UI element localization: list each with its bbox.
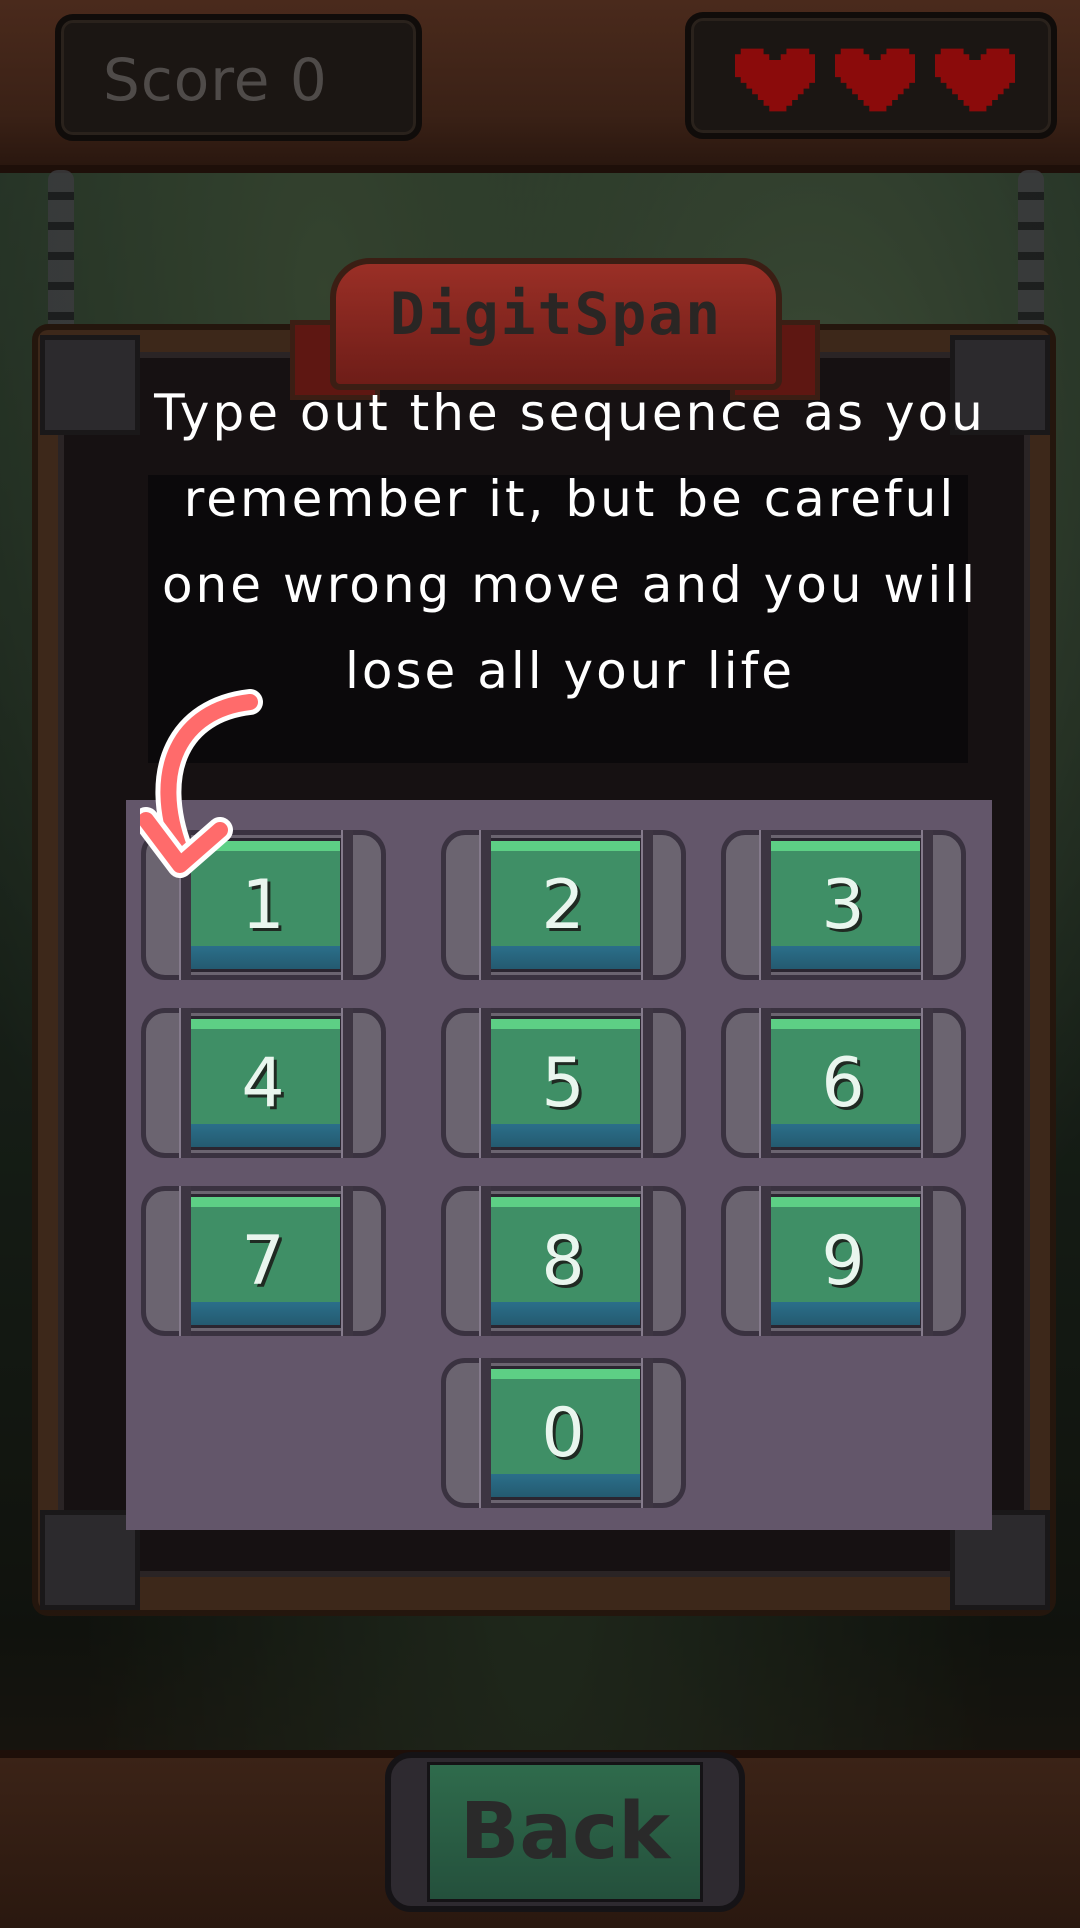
- digit-key-5[interactable]: 5: [441, 1008, 686, 1158]
- score-panel: Score 0: [55, 14, 422, 141]
- digit-key-6[interactable]: 6: [721, 1008, 966, 1158]
- digit-key-9[interactable]: 9: [721, 1186, 966, 1336]
- digit-key-label: 9: [821, 1221, 865, 1301]
- digit-keypad: 1 2 3 4 5 6 7 8 9 0: [126, 800, 992, 1530]
- frame-corner: [40, 1510, 140, 1610]
- hint-arrow-icon: [140, 689, 263, 878]
- digit-key-label: 4: [241, 1043, 285, 1123]
- digit-key-label: 3: [821, 865, 865, 945]
- instructions-line: one wrong move and you will: [161, 556, 979, 614]
- digit-key-3[interactable]: 3: [721, 830, 966, 980]
- heart-icon: [735, 48, 815, 112]
- digit-key-label: 7: [241, 1221, 285, 1301]
- instructions-line: remember it, but be careful: [183, 470, 957, 528]
- digit-key-2[interactable]: 2: [441, 830, 686, 980]
- heart-icon: [935, 48, 1015, 112]
- top-hud-bar: Score 0: [0, 0, 1080, 173]
- lives-panel: [685, 12, 1057, 139]
- digit-key-label: 6: [821, 1043, 865, 1123]
- digit-key-label: 0: [541, 1393, 585, 1473]
- game-title: DigitSpan: [389, 280, 723, 348]
- digit-key-0[interactable]: 0: [441, 1358, 686, 1508]
- digit-key-4[interactable]: 4: [141, 1008, 386, 1158]
- digit-key-7[interactable]: 7: [141, 1186, 386, 1336]
- digit-key-8[interactable]: 8: [441, 1186, 686, 1336]
- digit-key-label: 5: [541, 1043, 585, 1123]
- digit-key-label: 8: [541, 1221, 585, 1301]
- digit-key-label: 2: [541, 865, 585, 945]
- back-button[interactable]: Back: [385, 1752, 745, 1912]
- back-button-label: Back: [459, 1787, 671, 1877]
- heart-icon: [835, 48, 915, 112]
- instructions-text: Type out the sequence as you remember it…: [120, 370, 1020, 714]
- score-text: Score 0: [103, 46, 328, 114]
- instructions-line: Type out the sequence as you: [154, 384, 986, 442]
